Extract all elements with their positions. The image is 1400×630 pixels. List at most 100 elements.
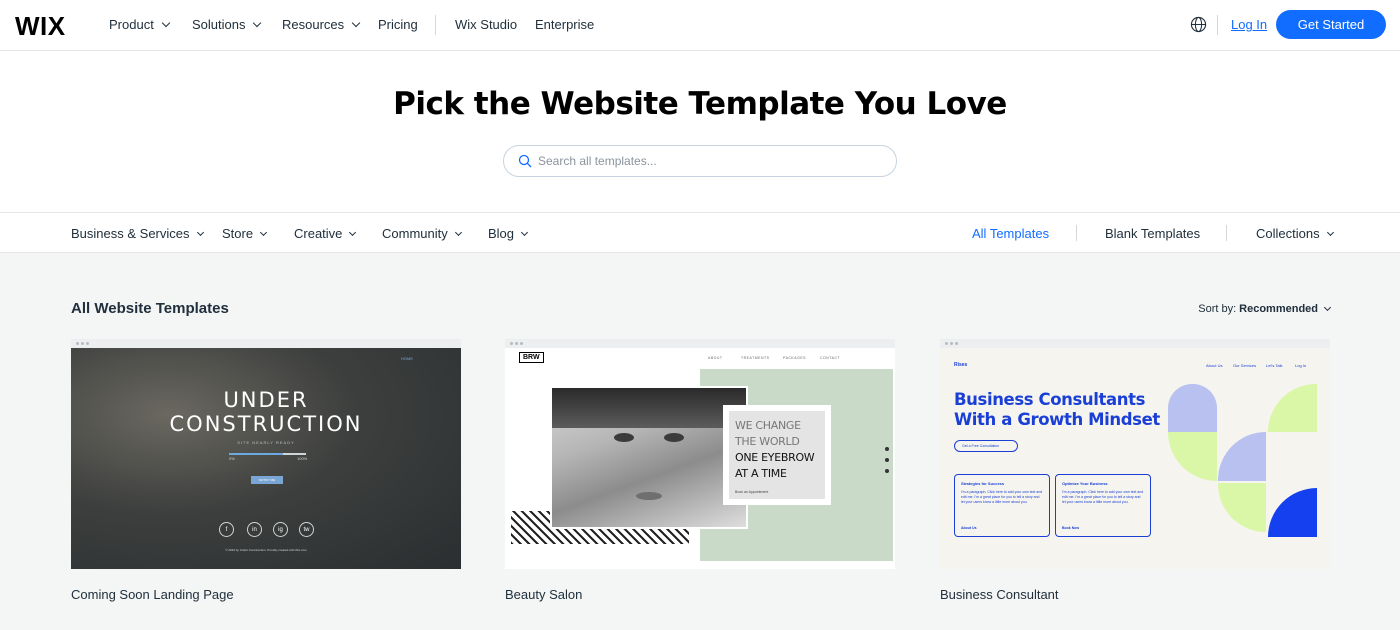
template-thumbnail: BRW ABOUT TREATMENTS PACKAGES CONTACT WE… — [505, 348, 895, 569]
preview-book-link: Book an Appointment — [735, 490, 769, 494]
template-preview[interactable]: Rises About Us Our Services Let's Talk L… — [940, 339, 1330, 569]
preview-menu-item: TREATMENTS — [741, 356, 770, 360]
preview-footer: © 2023 by Under Construction. Proudly cr… — [225, 548, 307, 552]
nav-enterprise-label: Enterprise — [535, 17, 595, 32]
preview-title: UNDER CONSTRUCTION — [71, 388, 461, 436]
preview-title-line2: CONSTRUCTION — [169, 412, 363, 436]
preview-line1: WE CHANGE — [735, 419, 801, 432]
template-name[interactable]: Business Consultant — [940, 587, 1330, 602]
preview-line4: AT A TIME — [735, 467, 787, 480]
sort-dropdown[interactable]: Sort by: Recommended — [1198, 303, 1332, 315]
nav-wix-studio[interactable]: Wix Studio — [455, 17, 517, 32]
template-card-beauty-salon[interactable]: BRW ABOUT TREATMENTS PACKAGES CONTACT WE… — [505, 339, 895, 602]
template-name[interactable]: Coming Soon Landing Page — [71, 587, 461, 602]
tab-blank-templates[interactable]: Blank Templates — [1105, 226, 1200, 241]
preview-quote-box: WE CHANGE THE WORLD ONE EYEBROW AT A TIM… — [723, 405, 831, 505]
browser-bar — [505, 339, 895, 348]
nav-wix-studio-label: Wix Studio — [455, 17, 518, 32]
preview-line3: ONE EYEBROW — [735, 451, 815, 464]
chevron-down-icon — [349, 228, 357, 236]
preview-menu-item: About Us — [1206, 363, 1223, 368]
template-name[interactable]: Beauty Salon — [505, 587, 895, 602]
twitter-icon — [885, 469, 889, 473]
preview-progress-bar — [229, 453, 306, 455]
nav-product-label: Product — [109, 17, 154, 32]
category-store[interactable]: Store — [222, 226, 268, 241]
preview-cta: Get a Free Consultation — [954, 440, 1018, 452]
progress-end: 100% — [297, 456, 308, 461]
facebook-icon — [885, 447, 889, 451]
preview-logo: BRW — [519, 352, 544, 363]
category-label: Business & Services — [71, 226, 190, 241]
preview-shape — [1168, 384, 1217, 432]
category-label: Blog — [488, 226, 515, 241]
globe-icon[interactable] — [1190, 16, 1207, 33]
chevron-down-icon — [1326, 228, 1334, 236]
section-title: All Website Templates — [71, 300, 229, 317]
preview-menu-item: Our Services — [1233, 363, 1257, 368]
category-bar: Business & Services Store Creative Commu… — [0, 212, 1400, 253]
login-link[interactable]: Log In — [1231, 17, 1267, 32]
preview-headline-line1: Business Consultants — [954, 390, 1146, 409]
category-label: Store — [222, 226, 254, 241]
preview-line2: THE WORLD — [735, 435, 800, 448]
template-preview[interactable]: HOME UNDER CONSTRUCTION SITE NEARLY READ… — [71, 339, 461, 569]
preview-home-link: HOME — [401, 356, 413, 361]
preview-card-title: Optimize Your Business — [1062, 481, 1108, 486]
preview-shape — [1268, 384, 1317, 432]
facebook-icon: f — [219, 522, 234, 537]
template-card-coming-soon[interactable]: HOME UNDER CONSTRUCTION SITE NEARLY READ… — [71, 339, 461, 602]
nav-enterprise[interactable]: Enterprise — [535, 17, 594, 32]
preview-card-link: Book Now — [1062, 526, 1080, 530]
preview-info-card: Strategies for Success I'm a paragraph. … — [954, 474, 1050, 537]
nav-product[interactable]: Product — [109, 17, 171, 32]
category-divider — [1226, 225, 1227, 241]
preview-headline: Business Consultants With a Growth Minds… — [954, 390, 1160, 430]
nav-solutions[interactable]: Solutions — [192, 17, 262, 32]
preview-card-link: About Us — [961, 526, 977, 530]
preview-portrait — [550, 386, 748, 529]
chevron-down-icon — [351, 18, 361, 27]
preview-info-card: Optimize Your Business I'm a paragraph. … — [1055, 474, 1151, 537]
template-preview[interactable]: BRW ABOUT TREATMENTS PACKAGES CONTACT WE… — [505, 339, 895, 569]
tab-all-templates[interactable]: All Templates — [972, 226, 1049, 241]
page-title: Pick the Website Template You Love — [393, 86, 1007, 122]
nav-divider — [435, 15, 436, 35]
preview-shape — [1268, 488, 1317, 537]
preview-menu-item: PACKAGES — [783, 356, 806, 360]
preview-shape — [1218, 432, 1266, 481]
preview-progress-fill — [229, 453, 283, 455]
sort-value: Recommended — [1239, 303, 1318, 315]
category-blog[interactable]: Blog — [488, 226, 529, 241]
preview-card-title: Strategies for Success — [961, 481, 1005, 486]
nav-resources[interactable]: Resources — [282, 17, 361, 32]
preview-notify-button: NOTIFY ME — [251, 476, 283, 484]
instagram-icon: ig — [273, 522, 288, 537]
category-business-services[interactable]: Business & Services — [71, 226, 204, 241]
preview-shape — [1218, 483, 1266, 532]
preview-title-line1: UNDER — [223, 388, 309, 412]
category-creative[interactable]: Creative — [294, 226, 357, 241]
template-thumbnail: HOME UNDER CONSTRUCTION SITE NEARLY READ… — [71, 348, 461, 569]
search-box[interactable] — [503, 145, 897, 177]
preview-shape — [1168, 432, 1217, 481]
collections-label: Collections — [1256, 226, 1320, 241]
get-started-button[interactable]: Get Started — [1276, 10, 1386, 39]
nav-resources-label: Resources — [282, 17, 345, 32]
sort-prefix: Sort by: — [1198, 303, 1237, 315]
nav-pricing[interactable]: Pricing — [378, 17, 418, 32]
browser-bar — [940, 339, 1330, 348]
template-card-business-consultant[interactable]: Rises About Us Our Services Let's Talk L… — [940, 339, 1330, 602]
chevron-down-icon — [253, 18, 262, 27]
preview-logo: Rises — [954, 362, 968, 368]
browser-bar — [71, 339, 461, 348]
twitter-icon: tw — [299, 522, 314, 537]
chevron-down-icon — [454, 228, 462, 236]
search-input[interactable] — [538, 151, 878, 171]
wix-logo[interactable]: WIX — [15, 11, 66, 42]
tab-collections[interactable]: Collections — [1256, 226, 1334, 241]
search-icon — [518, 154, 532, 168]
preview-headline-line2: With a Growth Mindset — [954, 410, 1160, 429]
category-community[interactable]: Community — [382, 226, 462, 241]
progress-start: 0% — [229, 456, 235, 461]
